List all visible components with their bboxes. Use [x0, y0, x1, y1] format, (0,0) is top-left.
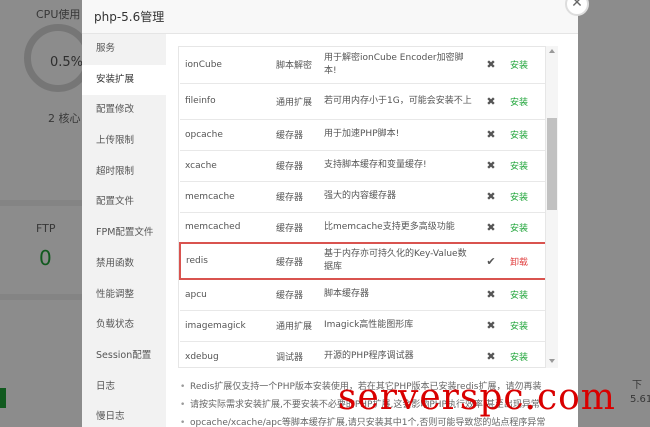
extension-type: 缓存器 — [272, 150, 320, 182]
table-row: opcache 缓存器 用于加速PHP脚本! ✖ 安装 — [180, 119, 545, 151]
install-link[interactable]: 安装 — [506, 119, 545, 151]
sidebar-item[interactable]: 配置修改 — [82, 95, 166, 126]
extension-name: ionCube — [180, 47, 272, 84]
scroll-thumb[interactable] — [547, 118, 557, 210]
extension-name: opcache — [180, 119, 272, 151]
table-row: fileinfo 通用扩展 若可用内存小于1G，可能会安装不上 ✖ 安装 — [180, 83, 545, 120]
table-row: memcached 缓存器 比memcache支持更多高级功能 ✖ 安装 — [180, 212, 545, 244]
table-row: imagemagick 通用扩展 Imagick高性能图形库 ✖ 安装 — [180, 310, 545, 342]
extension-description: Imagick高性能图形库 — [320, 310, 476, 342]
extension-name: imagemagick — [180, 310, 272, 342]
table-row: memcache 缓存器 强大的内容缓存器 ✖ 安装 — [180, 181, 545, 213]
extension-description: 脚本缓存器 — [320, 279, 476, 311]
extension-name: memcached — [180, 212, 272, 244]
not-installed-icon: ✖ — [476, 119, 506, 151]
scroll-down-arrow-icon[interactable] — [549, 359, 555, 363]
extension-name: xcache — [180, 150, 272, 182]
table-row: apcu 缓存器 脚本缓存器 ✖ 安装 — [180, 279, 545, 311]
extension-type: 调试器 — [272, 341, 320, 367]
extension-type: 缓存器 — [272, 279, 320, 311]
watermark: serverspc.com — [338, 377, 616, 418]
extension-type: 缓存器 — [272, 181, 320, 213]
not-installed-icon: ✖ — [476, 279, 506, 311]
install-link[interactable]: 安装 — [506, 310, 545, 342]
extension-description: 开源的PHP程序调试器 — [320, 341, 476, 367]
sidebar-item[interactable]: FPM配置文件 — [82, 218, 166, 249]
extension-description: 强大的内容缓存器 — [320, 181, 476, 213]
extension-name: fileinfo — [180, 83, 272, 120]
table-scrollbar[interactable] — [546, 46, 558, 368]
not-installed-icon: ✖ — [476, 341, 506, 367]
extension-description: 支持脚本缓存和变量缓存! — [320, 150, 476, 182]
table-row: redis 缓存器 基于内存亦可持久化的Key-Value数据库 ✔ 卸载 — [179, 242, 545, 280]
extension-name: apcu — [180, 279, 272, 311]
extension-name: xdebug — [180, 341, 272, 367]
scroll-up-arrow-icon[interactable] — [549, 49, 555, 53]
not-installed-icon: ✖ — [476, 83, 506, 120]
uninstall-link[interactable]: 卸载 — [506, 242, 545, 280]
install-link[interactable]: 安装 — [506, 83, 545, 120]
extensions-table: ionCube 脚本解密 用于解密ionCube Encoder加密脚本! ✖ 安装 fi… — [178, 46, 546, 368]
extension-description: 用于加速PHP脚本! — [320, 119, 476, 151]
sidebar-item[interactable]: 安装扩展 — [82, 64, 166, 96]
dialog-content: ionCube 脚本解密 用于解密ionCube Encoder加密脚本! ✖ 安装 fi… — [166, 34, 578, 427]
extension-type: 通用扩展 — [272, 83, 320, 120]
sidebar-item[interactable]: 慢日志 — [82, 402, 166, 427]
install-link[interactable]: 安装 — [506, 47, 545, 84]
sidebar-item[interactable]: 上传限制 — [82, 126, 166, 157]
dialog-title: php-5.6管理 — [82, 0, 578, 34]
not-installed-icon: ✖ — [476, 181, 506, 213]
sidebar-item[interactable]: 负载状态 — [82, 310, 166, 341]
extension-description: 比memcache支持更多高级功能 — [320, 212, 476, 244]
install-link[interactable]: 安装 — [506, 181, 545, 213]
install-link[interactable]: 安装 — [506, 341, 545, 367]
install-link[interactable]: 安装 — [510, 131, 528, 141]
install-link[interactable]: 安装 — [510, 353, 528, 363]
not-installed-icon: ✖ — [476, 310, 506, 342]
install-link[interactable]: 安装 — [510, 224, 528, 234]
sidebar-item[interactable]: 性能调整 — [82, 280, 166, 311]
sidebar-item[interactable]: 服务 — [82, 34, 166, 65]
extension-type: 缓存器 — [272, 242, 320, 280]
not-installed-icon: ✖ — [476, 47, 506, 84]
sidebar-item[interactable]: 日志 — [82, 372, 166, 403]
extension-type: 脚本解密 — [272, 47, 320, 84]
dialog-sidebar: 服务 安装扩展 配置修改 上传限制 超时限制 配置文件 FPM配置文件 禁用函数 性能调整 负载状… — [82, 34, 166, 427]
extension-description: 基于内存亦可持久化的Key-Value数据库 — [320, 242, 476, 280]
sidebar-item[interactable]: 超时限制 — [82, 157, 166, 188]
table-row: ionCube 脚本解密 用于解密ionCube Encoder加密脚本! ✖ 安装 — [180, 47, 545, 84]
extension-description: 用于解密ionCube Encoder加密脚本! — [320, 47, 476, 84]
extension-type: 通用扩展 — [272, 310, 320, 342]
extension-type: 缓存器 — [272, 119, 320, 151]
install-link[interactable]: 安装 — [506, 150, 545, 182]
install-link[interactable]: 安装 — [510, 61, 528, 71]
install-link[interactable]: 安装 — [510, 322, 528, 332]
install-link[interactable]: 安装 — [510, 291, 528, 301]
install-link[interactable]: 安装 — [506, 279, 545, 311]
not-installed-icon: ✖ — [476, 212, 506, 244]
install-link[interactable]: 安装 — [510, 98, 528, 108]
install-link[interactable]: 安装 — [506, 212, 545, 244]
uninstall-link[interactable]: 卸载 — [510, 258, 528, 268]
extension-type: 缓存器 — [272, 212, 320, 244]
table-row: xdebug 调试器 开源的PHP程序调试器 ✖ 安装 — [180, 341, 545, 367]
not-installed-icon: ✖ — [476, 150, 506, 182]
install-link[interactable]: 安装 — [510, 193, 528, 203]
sidebar-item[interactable]: Session配置 — [82, 341, 166, 372]
installed-check-icon: ✔ — [476, 242, 506, 280]
php-manage-dialog: php-5.6管理 服务 安装扩展 配置修改 上传限制 超时限制 配置文件 FPM配置文件禁… — [82, 0, 578, 427]
install-link[interactable]: 安装 — [510, 162, 528, 172]
extension-name: redis — [179, 242, 272, 280]
extension-name: memcache — [180, 181, 272, 213]
sidebar-item[interactable]: 禁用函数 — [82, 249, 166, 280]
extension-description: 若可用内存小于1G，可能会安装不上 — [320, 83, 476, 120]
table-row: xcache 缓存器 支持脚本缓存和变量缓存! ✖ 安装 — [180, 150, 545, 182]
sidebar-item[interactable]: 配置文件 — [82, 187, 166, 218]
